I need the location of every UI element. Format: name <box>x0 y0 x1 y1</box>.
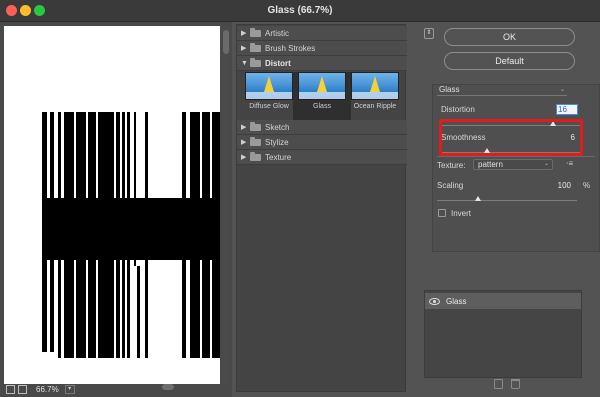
thumbnail-label: Ocean Ripple <box>353 103 397 110</box>
section-divider <box>437 156 595 157</box>
thumbnail-image <box>298 72 346 100</box>
scaling-label: Scaling <box>437 181 464 190</box>
filter-gallery: ▶ Artistic ▶ Brush Strokes ▼ Distort Dif… <box>236 24 407 392</box>
texture-select-value: pattern <box>478 160 503 169</box>
chevron-right-icon: ▶ <box>241 45 247 52</box>
thumbnail-image <box>245 72 293 100</box>
folder-icon <box>250 27 261 37</box>
effect-layer-row[interactable]: Glass <box>425 293 581 309</box>
category-brush-strokes[interactable]: ▶ Brush Strokes <box>237 41 407 56</box>
scaling-slider-track[interactable] <box>437 200 577 201</box>
folder-icon <box>250 151 261 161</box>
distortion-value-input[interactable]: 16 <box>556 104 578 115</box>
scaling-unit: % <box>583 181 591 190</box>
chevron-right-icon: ▶ <box>241 154 247 161</box>
default-button[interactable]: Default <box>444 52 575 70</box>
invert-checkbox[interactable] <box>438 209 446 217</box>
title-bar: Glass (66.7%) <box>0 0 600 22</box>
chevron-right-icon: ▶ <box>241 30 247 37</box>
texture-select[interactable]: pattern ⌄ <box>473 159 553 170</box>
filter-settings-panel: Glass ⌄ Distortion 16 Smoothness 6 Textu… <box>432 84 600 252</box>
preview-image <box>4 26 220 384</box>
preview-pane: 66.7% ▾ <box>0 22 232 397</box>
category-label: Stylize <box>265 137 289 147</box>
thumbnail-label: Diffuse Glow <box>249 103 289 110</box>
invert-label: Invert <box>451 209 472 218</box>
chevron-down-icon[interactable]: ▾ <box>64 385 75 394</box>
folder-icon <box>250 121 261 131</box>
eye-icon[interactable] <box>429 297 440 305</box>
new-effect-layer-icon[interactable] <box>494 379 503 389</box>
collapse-gallery-icon[interactable]: ⇕ <box>424 28 434 39</box>
trash-icon[interactable] <box>511 379 520 389</box>
category-stylize[interactable]: ▶ Stylize <box>237 135 407 150</box>
effect-layers-panel: Glass <box>424 290 582 378</box>
layer-tools <box>494 379 520 389</box>
preview-canvas[interactable] <box>4 26 220 384</box>
category-label: Texture <box>265 152 292 162</box>
scroll-thumb[interactable] <box>223 30 229 54</box>
chevron-down-icon: ▼ <box>241 59 248 67</box>
effect-layer-label: Glass <box>446 296 467 306</box>
folder-icon <box>250 42 261 52</box>
category-artistic[interactable]: ▶ Artistic <box>237 26 407 41</box>
distortion-highlight-box <box>439 119 583 156</box>
category-label: Artistic <box>265 28 289 38</box>
zoom-out-icon[interactable] <box>6 385 15 394</box>
thumbnail-image <box>351 72 399 100</box>
category-sketch[interactable]: ▶ Sketch <box>237 120 407 135</box>
chevron-down-icon: ⌄ <box>559 87 565 93</box>
chevron-right-icon: ▶ <box>241 139 247 146</box>
thumbnail-label: Glass <box>313 103 331 110</box>
category-texture[interactable]: ▶ Texture <box>237 150 407 165</box>
scaling-slider-knob[interactable] <box>474 196 481 201</box>
thumbnail-diffuse-glow[interactable]: Diffuse Glow <box>245 72 293 120</box>
category-label: Sketch <box>265 122 290 132</box>
category-distort[interactable]: ▼ Distort <box>237 56 407 71</box>
thumbnail-ocean-ripple[interactable]: Ocean Ripple <box>351 72 399 120</box>
filter-select-value: Glass <box>439 85 460 94</box>
thumbnail-glass[interactable]: Glass <box>298 72 346 120</box>
zoom-in-icon[interactable] <box>18 385 27 394</box>
window-title: Glass (66.7%) <box>267 5 333 16</box>
chevron-down-icon: ⌄ <box>543 161 549 167</box>
scaling-value[interactable]: 100 <box>551 181 571 190</box>
distortion-label: Distortion <box>441 105 475 114</box>
folder-open-icon <box>250 57 261 67</box>
filter-select[interactable]: Glass ⌄ <box>437 85 567 96</box>
zoom-level: 66.7% <box>36 385 59 394</box>
chevron-right-icon: ▶ <box>241 124 247 131</box>
category-label: Brush Strokes <box>265 43 316 53</box>
preview-vertical-scrollbar[interactable] <box>222 26 230 384</box>
category-label: Distort <box>265 58 291 68</box>
preview-zoom-bar: 66.7% ▾ <box>0 382 232 397</box>
texture-menu-icon[interactable]: ⋅≡ <box>566 159 573 168</box>
ok-button[interactable]: OK <box>444 28 575 46</box>
folder-icon <box>250 136 261 146</box>
texture-label: Texture: <box>437 161 466 170</box>
